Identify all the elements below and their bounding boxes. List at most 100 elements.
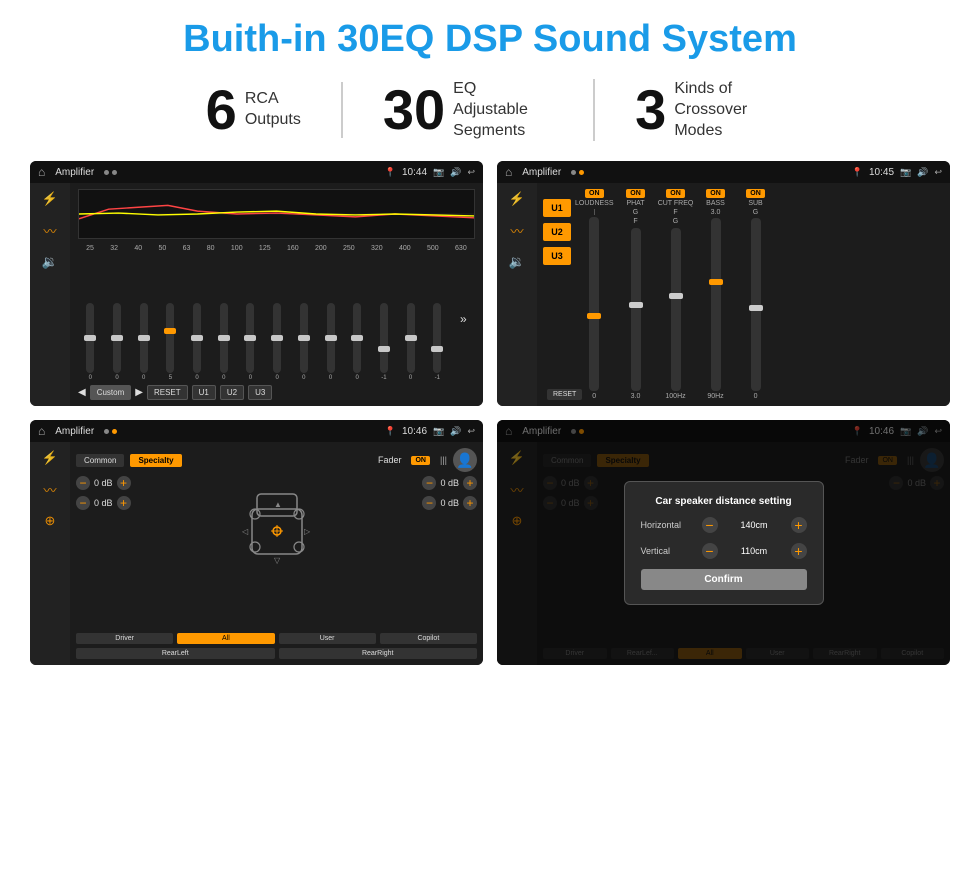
status-bar-1: ⌂ Amplifier 📍 10:44 📷 🔊 ↩ [30, 161, 483, 183]
u3-button[interactable]: U3 [543, 247, 571, 265]
fader-left-3: − 0 dB + − 0 dB + [76, 476, 224, 629]
dialog-screen: ⌂ Amplifier 📍 10:46 📷 🔊 ↩ ⚡ 〰 ⊕ [497, 420, 950, 665]
db-plus-4[interactable]: + [463, 496, 477, 510]
db-minus-1[interactable]: − [76, 476, 90, 490]
db-plus-1[interactable]: + [117, 476, 131, 490]
wave-icon-2[interactable]: 〰 [510, 221, 523, 240]
phat-slider[interactable] [631, 228, 641, 391]
pin-icon-2: 📍 [852, 167, 863, 178]
fader-on-3[interactable]: ON [411, 456, 430, 465]
u2-btn[interactable]: U2 [220, 385, 244, 400]
prev-arrow[interactable]: ◀ [78, 387, 86, 398]
reset-button-amp[interactable]: RESET [547, 389, 582, 400]
u1-button[interactable]: U1 [543, 199, 571, 217]
back-icon-2[interactable]: ↩ [934, 167, 942, 178]
bass-on[interactable]: ON [706, 189, 725, 198]
expand-icon-3[interactable]: ⊕ [45, 513, 56, 529]
next-arrow[interactable]: ▶ [135, 387, 143, 398]
db-minus-4[interactable]: − [422, 496, 436, 510]
speaker-icon-2[interactable]: 🔉 [509, 254, 525, 270]
status-dots-1 [104, 170, 117, 175]
sub-slider[interactable] [751, 218, 761, 391]
back-icon-3[interactable]: ↩ [467, 426, 475, 437]
home-icon-1[interactable]: ⌂ [38, 165, 45, 179]
stat-eq: 30 EQ Adjustable Segments [343, 79, 595, 141]
vertical-stepper: − 110cm + [702, 543, 807, 559]
sub-on[interactable]: ON [746, 189, 765, 198]
amp-content: U1 U2 U3 ON LOUDNESS [537, 183, 950, 406]
custom-btn[interactable]: Custom [90, 385, 132, 400]
svg-text:▲: ▲ [274, 500, 282, 509]
stat-rca-label: RCA Outputs [245, 89, 301, 131]
u-buttons: U1 U2 U3 [543, 189, 571, 400]
status-bar-3: ⌂ Amplifier 📍 10:46 📷 🔊 ↩ [30, 420, 483, 442]
eq-icon-1[interactable]: ⚡ [42, 191, 58, 207]
db-row-3: − 0 dB + [422, 476, 477, 490]
horizontal-label: Horizontal [641, 520, 696, 530]
slider-col-10: 0 [327, 303, 335, 381]
camera-icon-1: 📷 [433, 167, 444, 178]
loudness-scale: 0 [592, 393, 596, 400]
vertical-label: Vertical [641, 546, 696, 556]
slider-col-11: 0 [353, 303, 361, 381]
db-minus-2[interactable]: − [76, 496, 90, 510]
user-btn-3[interactable]: User [279, 633, 376, 644]
profile-icon-3[interactable]: 👤 [453, 448, 477, 472]
vertical-minus[interactable]: − [702, 543, 718, 559]
eq-freq-labels: 25 32 40 50 63 80 100 125 160 200 250 32… [78, 245, 475, 252]
time-1: 10:44 [402, 167, 427, 178]
confirm-button[interactable]: Confirm [641, 569, 807, 590]
back-icon-1[interactable]: ↩ [467, 167, 475, 178]
channel-phat: ON PHAT GF 3.0 [618, 189, 654, 400]
driver-btn-3[interactable]: Driver [76, 633, 173, 644]
dialog-row-vertical: Vertical − 110cm + [641, 543, 807, 559]
rearright-btn-3[interactable]: RearRight [279, 648, 478, 659]
bass-slider[interactable] [711, 218, 721, 391]
wave-icon-1[interactable]: 〰 [43, 221, 56, 240]
cutfreq-label: CUT FREQ [658, 200, 694, 207]
tab-common-3[interactable]: Common [76, 454, 124, 467]
horizontal-minus[interactable]: − [702, 517, 718, 533]
home-icon-3[interactable]: ⌂ [38, 424, 45, 438]
status-dots-2 [571, 170, 584, 175]
horizontal-plus[interactable]: + [791, 517, 807, 533]
all-btn-3[interactable]: All [177, 633, 274, 644]
u1-btn[interactable]: U1 [192, 385, 216, 400]
db-plus-2[interactable]: + [117, 496, 131, 510]
svg-text:◁: ◁ [242, 527, 249, 536]
bass-label: BASS [706, 200, 725, 207]
screens-grid: ⌂ Amplifier 📍 10:44 📷 🔊 ↩ ⚡ 〰 🔉 [30, 161, 950, 665]
eq-icon-2[interactable]: ⚡ [509, 191, 525, 207]
more-icon[interactable]: » [460, 312, 467, 326]
db-value-3: 0 dB [440, 478, 459, 488]
rearleft-btn-3[interactable]: RearLeft [76, 648, 275, 659]
reset-btn[interactable]: RESET [147, 385, 188, 400]
loudness-on[interactable]: ON [585, 189, 604, 198]
db-value-2: 0 dB [94, 498, 113, 508]
db-plus-3[interactable]: + [463, 476, 477, 490]
svg-text:▽: ▽ [274, 556, 281, 565]
speaker-icon-1[interactable]: 🔉 [42, 254, 58, 270]
screen-body-1: ⚡ 〰 🔉 25 32 [30, 183, 483, 406]
tab-specialty-3[interactable]: Specialty [130, 454, 181, 467]
dialog-overlay: Car speaker distance setting Horizontal … [497, 420, 950, 665]
loudness-slider[interactable] [589, 217, 599, 391]
wave-icon-3[interactable]: 〰 [43, 480, 56, 499]
phat-on[interactable]: ON [626, 189, 645, 198]
u2-button[interactable]: U2 [543, 223, 571, 241]
amp-screen: ⌂ Amplifier 📍 10:45 📷 🔊 ↩ ⚡ 〰 🔉 [497, 161, 950, 406]
car-diagram-3: ▲ ▽ ◁ ▷ [232, 476, 322, 576]
home-icon-2[interactable]: ⌂ [505, 165, 512, 179]
channel-cutfreq: ON CUT FREQ FG 100Hz [658, 189, 694, 400]
cutfreq-slider[interactable] [671, 228, 681, 391]
vertical-plus[interactable]: + [791, 543, 807, 559]
eq-icon-3[interactable]: ⚡ [42, 450, 58, 466]
slider-col-1: 0 [86, 303, 94, 381]
copilot-btn-3[interactable]: Copilot [380, 633, 477, 644]
left-sidebar-2: ⚡ 〰 🔉 [497, 183, 537, 406]
u3-btn[interactable]: U3 [248, 385, 272, 400]
cutfreq-on[interactable]: ON [666, 189, 685, 198]
dialog-title: Car speaker distance setting [641, 496, 807, 507]
channels-area: ON LOUDNESS 0 ON PHAT GF [575, 189, 944, 400]
db-minus-3[interactable]: − [422, 476, 436, 490]
